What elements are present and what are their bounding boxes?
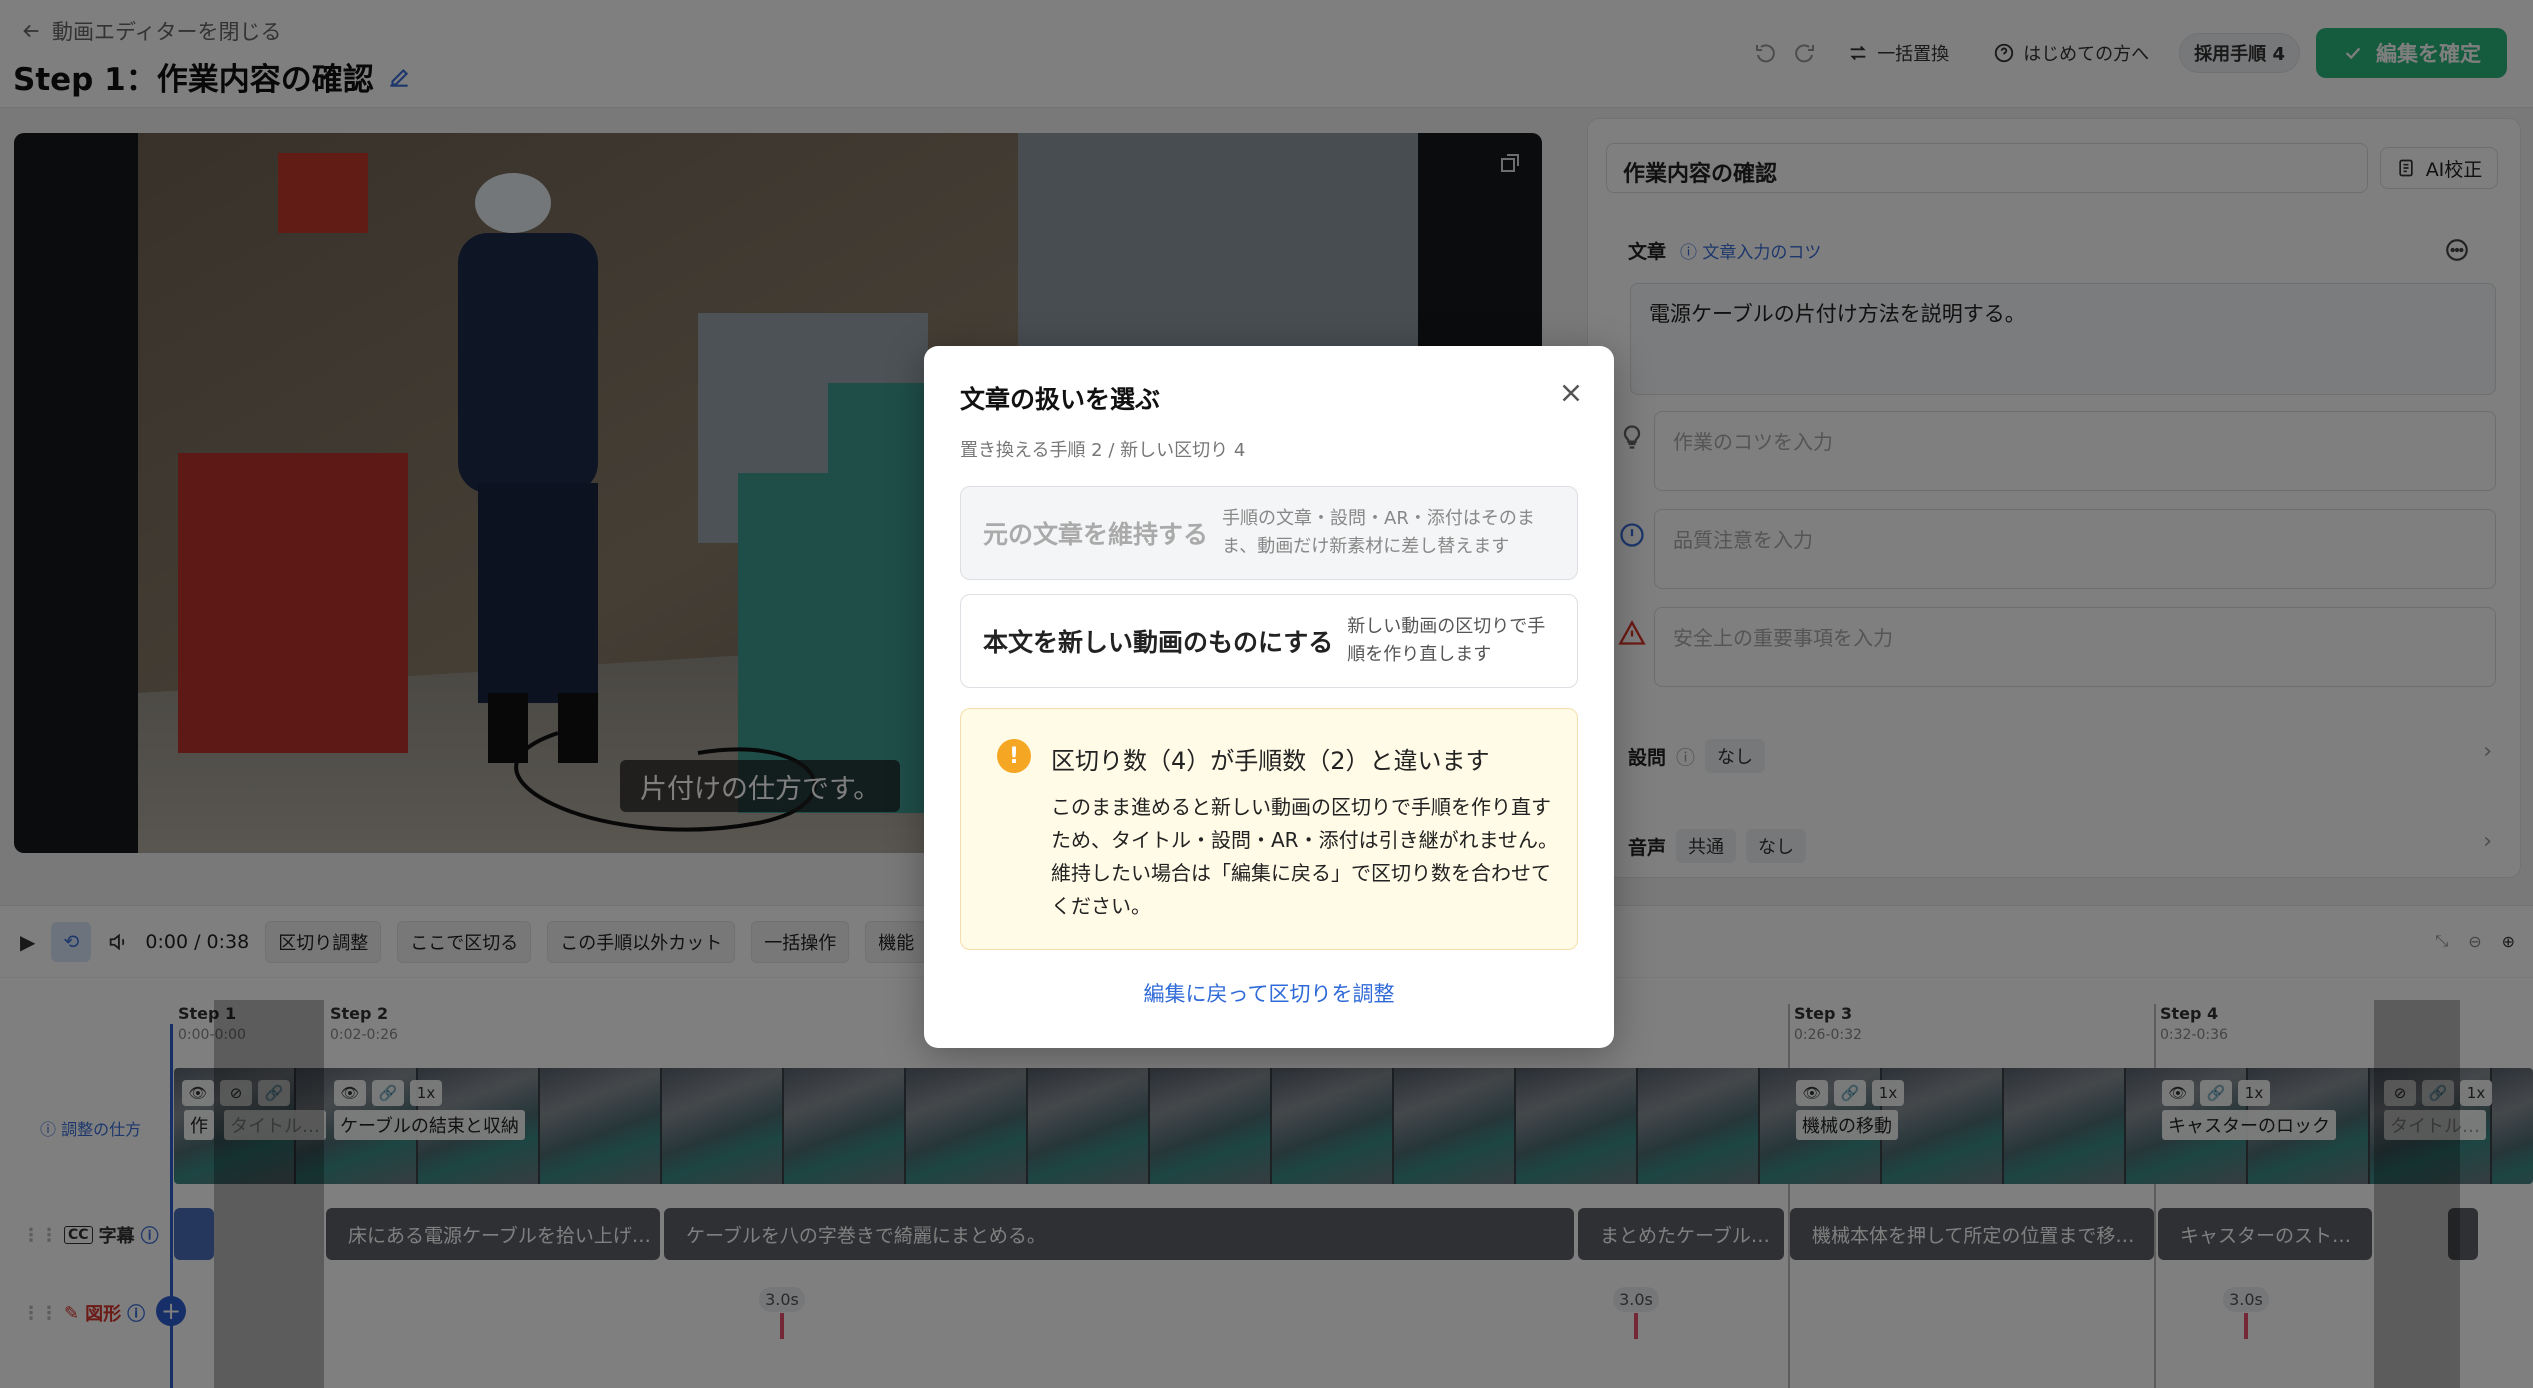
- keep-text-title: 元の文章を維持する: [983, 520, 1209, 549]
- dialog-title: 文章の扱いを選ぶ: [960, 385, 1161, 414]
- new-text-title: 本文を新しい動画のものにする: [983, 628, 1334, 657]
- text-handling-dialog: 文章の扱いを選ぶ 置き換える手順 2 / 新しい区切り 4 元の文章を維持する …: [924, 346, 1614, 1048]
- warning-body: このまま進めると新しい動画の区切りで手順を作り直すため、タイトル・設問・AR・添…: [1051, 795, 1558, 918]
- mismatch-warning: ! 区切り数（4）が手順数（2）と違います このまま進めると新しい動画の区切りで…: [960, 708, 1578, 950]
- dialog-subtitle: 置き換える手順 2 / 新しい区切り 4: [960, 440, 1246, 461]
- close-icon[interactable]: [1556, 378, 1586, 408]
- exclamation-icon: !: [997, 739, 1031, 773]
- new-text-option[interactable]: 本文を新しい動画のものにする 新しい動画の区切りで手順を作り直します: [960, 594, 1578, 688]
- warning-title: 区切り数（4）が手順数（2）と違います: [1051, 747, 1490, 775]
- keep-text-desc: 手順の文章・設問・AR・添付はそのまま、動画だけ新素材に差し替えます: [1222, 508, 1535, 557]
- back-to-edit-link[interactable]: 編集に戻って区切りを調整: [924, 978, 1614, 1008]
- new-text-desc: 新しい動画の区切りで手順を作り直します: [1347, 616, 1546, 665]
- keep-text-option[interactable]: 元の文章を維持する 手順の文章・設問・AR・添付はそのまま、動画だけ新素材に差し…: [960, 486, 1578, 580]
